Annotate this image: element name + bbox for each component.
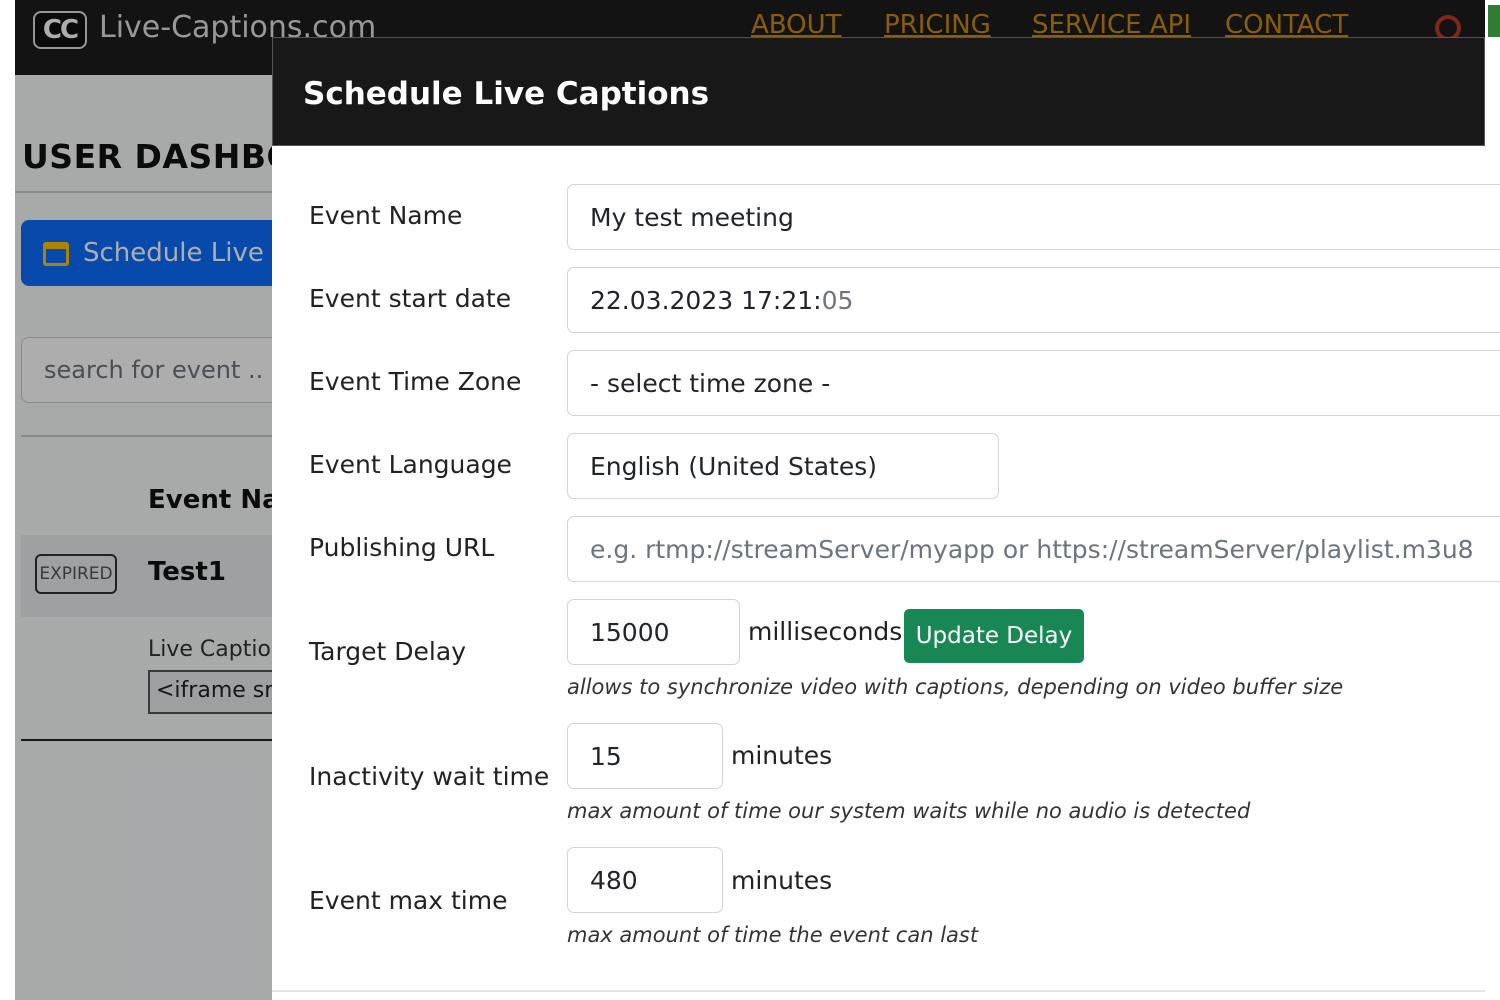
max-time-unit: minutes (731, 866, 833, 895)
modal-header: Schedule Live Captions (272, 37, 1485, 146)
modal-footer-divider (272, 990, 1485, 992)
start-date-seconds: 05 (821, 285, 854, 315)
target-delay-unit: milliseconds (748, 617, 903, 646)
inactivity-wait-label: Inactivity wait time (309, 762, 550, 791)
update-delay-button[interactable]: Update Delay (904, 609, 1084, 663)
inactivity-help: max amount of time our system waits whil… (567, 799, 1251, 823)
schedule-live-captions-modal: Schedule Live Captions Event Name My tes… (272, 37, 1500, 1000)
event-start-date-input[interactable]: 22.03.2023 17:21: 05 (567, 267, 1500, 333)
event-max-time-label: Event max time (309, 886, 508, 915)
language-value: English (United States) (590, 451, 878, 481)
nav-green-button[interactable] (1488, 5, 1500, 37)
inactivity-unit: minutes (731, 741, 833, 770)
publishing-url-placeholder: e.g. rtmp://streamServer/myapp or https:… (590, 534, 1474, 564)
start-date-value: 22.03.2023 17:21: (590, 285, 822, 315)
event-max-time-input[interactable]: 480 (567, 847, 723, 913)
time-zone-select[interactable]: - select time zone - (567, 350, 1500, 416)
event-name-label: Event Name (309, 201, 463, 230)
event-name-input[interactable]: My test meeting (567, 184, 1500, 250)
modal-title: Schedule Live Captions (303, 76, 710, 112)
event-time-zone-label: Event Time Zone (309, 367, 522, 396)
event-start-date-label: Event start date (309, 284, 512, 313)
target-delay-value: 15000 (590, 617, 670, 647)
target-delay-input[interactable]: 15000 (567, 599, 740, 665)
inactivity-value: 15 (590, 741, 622, 771)
max-time-value: 480 (590, 865, 638, 895)
inactivity-wait-input[interactable]: 15 (567, 723, 723, 789)
target-delay-label: Target Delay (309, 637, 466, 666)
publishing-url-input[interactable]: e.g. rtmp://streamServer/myapp or https:… (567, 516, 1500, 582)
event-name-value: My test meeting (590, 202, 794, 232)
publishing-url-label: Publishing URL (309, 533, 495, 562)
target-delay-help: allows to synchronize video with caption… (567, 675, 1344, 699)
event-language-select[interactable]: English (United States) (567, 433, 999, 499)
event-language-label: Event Language (309, 450, 512, 479)
max-time-help: max amount of time the event can last (567, 923, 979, 947)
time-zone-value: - select time zone - (590, 368, 831, 398)
